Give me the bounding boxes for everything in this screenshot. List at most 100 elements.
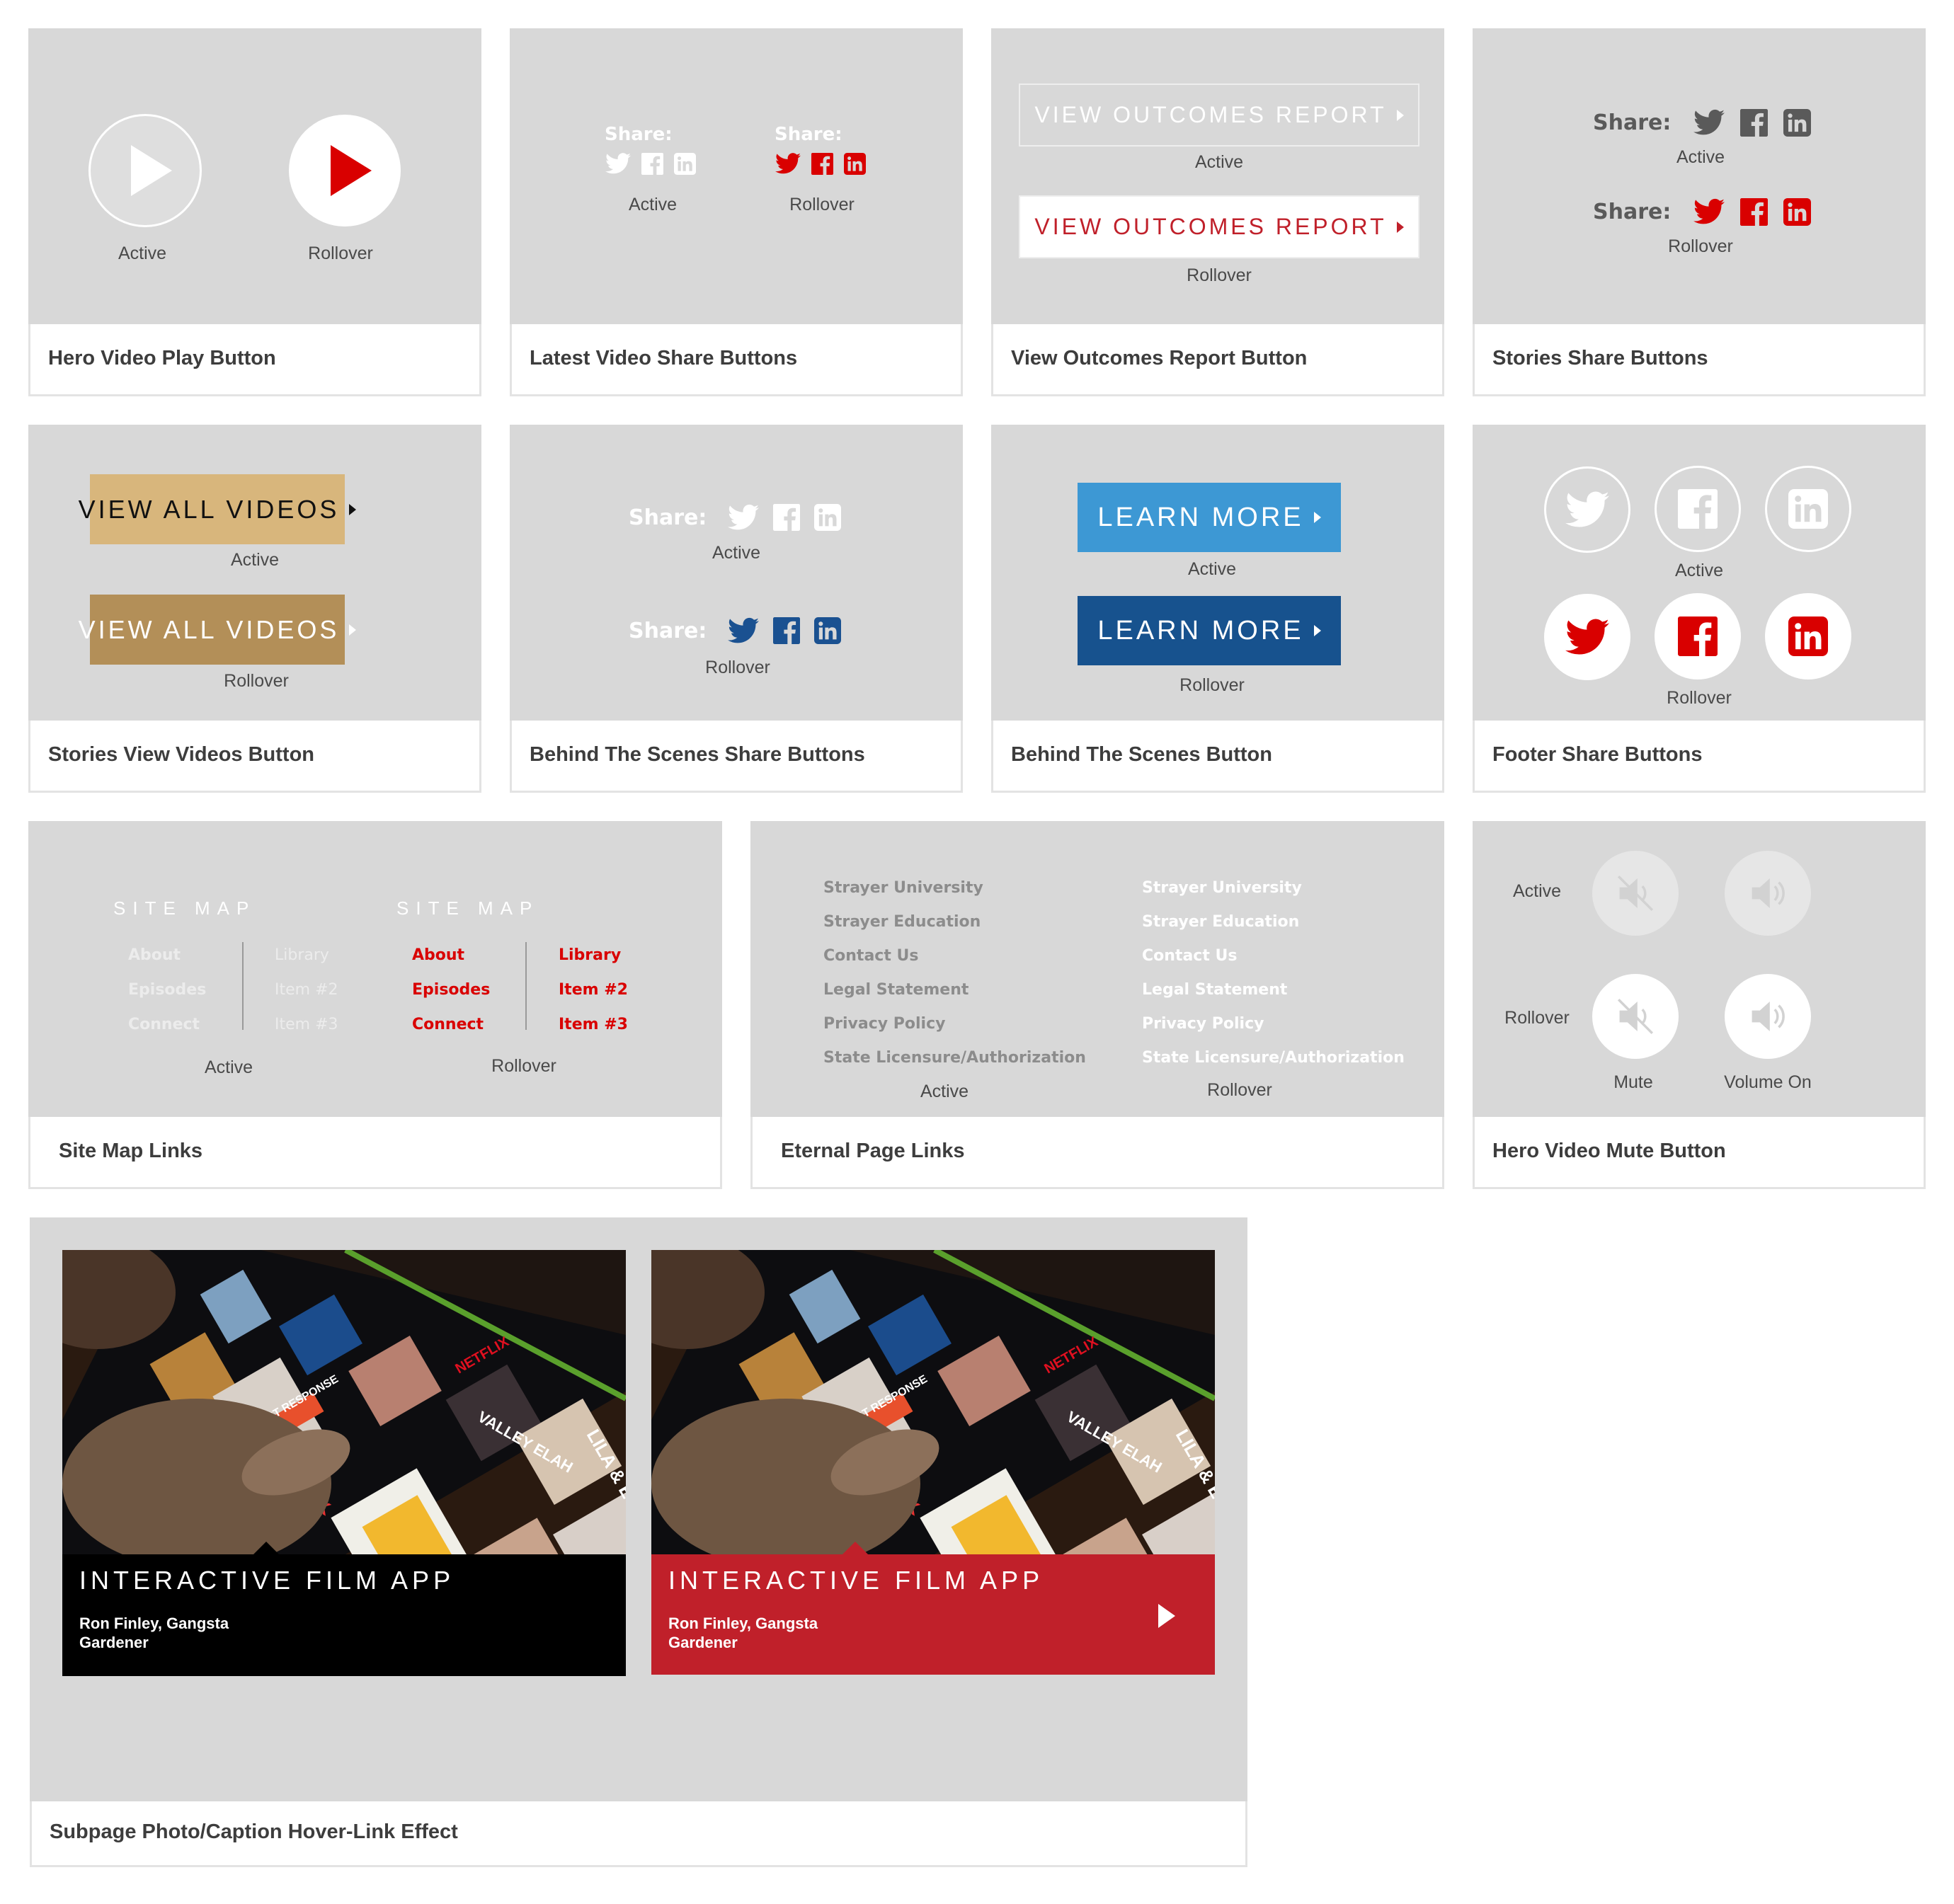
card-title: Site Map Links — [59, 1139, 203, 1162]
eternal-link[interactable]: Privacy Policy — [1142, 1007, 1405, 1041]
eternal-link[interactable]: Contact Us — [1142, 939, 1405, 973]
facebook-icon[interactable] — [773, 617, 800, 644]
eternal-link[interactable]: Contact Us — [823, 939, 1086, 973]
card-title: Stories View Videos Button — [48, 742, 315, 766]
site-map-link[interactable]: Connect — [128, 1007, 206, 1042]
state-label-rollover: Rollover — [308, 243, 373, 263]
facebook-icon[interactable] — [1740, 109, 1768, 137]
mute-button-rollover[interactable] — [1592, 974, 1679, 1059]
eternal-link[interactable]: Strayer University — [823, 871, 1086, 905]
footer-linkedin-rollover[interactable] — [1765, 593, 1851, 679]
linkedin-icon[interactable] — [1783, 198, 1811, 226]
twitter-icon[interactable] — [728, 503, 759, 532]
outcomes-button-rollover[interactable]: VIEW OUTCOMES REPORT — [1019, 195, 1419, 258]
facebook-icon[interactable] — [773, 504, 800, 531]
site-map-heading: SITE MAP — [396, 897, 539, 919]
share-label: Share: — [1593, 110, 1672, 135]
site-map-link[interactable]: Episodes — [128, 973, 206, 1007]
volume-on-label: Volume On — [1724, 1072, 1812, 1092]
site-map-link[interactable]: Item #2 — [559, 973, 628, 1007]
twitter-icon[interactable] — [605, 152, 631, 175]
eternal-link[interactable]: Strayer Education — [823, 905, 1086, 939]
site-map-link[interactable]: About — [128, 938, 206, 973]
play-arrow-icon[interactable] — [1158, 1604, 1175, 1628]
site-map-link[interactable]: Item #2 — [275, 973, 338, 1007]
twitter-icon[interactable] — [775, 152, 801, 175]
site-map-link[interactable]: Episodes — [412, 973, 490, 1007]
linkedin-icon[interactable] — [814, 504, 841, 531]
eternal-link[interactable]: Legal Statement — [823, 973, 1086, 1007]
state-label-active: Active — [920, 1082, 969, 1101]
linkedin-icon[interactable] — [674, 153, 696, 175]
linkedin-icon[interactable] — [844, 153, 866, 175]
demo-stage: Active Rollover — [28, 28, 481, 324]
share-label: Share: — [629, 505, 707, 530]
mute-label: Mute — [1613, 1072, 1653, 1092]
demo-stage: Active Rollover Mute Volume On — [1473, 821, 1926, 1117]
twitter-icon[interactable] — [1693, 108, 1725, 137]
view-all-videos-button-active[interactable]: VIEW ALL VIDEOS — [79, 474, 357, 544]
state-label-rollover: Rollover — [1667, 688, 1732, 708]
photo-tile-default[interactable]: NETFLIX VALLEY ELAH FIRST RESPONSE PACK … — [62, 1250, 626, 1676]
facebook-icon[interactable] — [641, 153, 663, 175]
caption-line: Gardener — [668, 1634, 738, 1651]
linkedin-icon[interactable] — [1783, 109, 1811, 137]
demo-stage: Share: Active Share: Rollover — [510, 425, 963, 721]
eternal-link[interactable]: State Licensure/Authorization — [823, 1041, 1086, 1075]
caret-right-icon — [1313, 625, 1321, 636]
eternal-link[interactable]: Strayer University — [1142, 871, 1405, 905]
eternal-link[interactable]: Strayer Education — [1142, 905, 1405, 939]
card-title: Behind The Scenes Share Buttons — [530, 742, 865, 766]
share-row-rollover: Share: — [1593, 197, 1811, 226]
twitter-icon — [1565, 617, 1609, 657]
card-subpage-photo-caption-hover: NETFLIX VALLEY ELAH FIRST RESPONSE PACK … — [30, 1217, 1247, 1867]
footer-linkedin-active[interactable] — [1765, 466, 1851, 552]
volume-button-active[interactable] — [1725, 851, 1811, 936]
caret-right-icon — [1396, 221, 1404, 233]
outcomes-button-active[interactable]: VIEW OUTCOMES REPORT — [1019, 84, 1419, 147]
photo-tile-rollover[interactable]: NETFLIX VALLEY ELAH FIRST RESPONSE PACK … — [651, 1250, 1215, 1675]
site-map-link[interactable]: Connect — [412, 1007, 490, 1042]
caret-right-icon — [349, 503, 357, 515]
button-label: VIEW ALL VIDEOS — [78, 614, 340, 644]
footer-twitter-active[interactable] — [1544, 466, 1630, 553]
learn-more-button-rollover[interactable]: LEARN MORE — [1078, 596, 1341, 665]
site-map-link[interactable]: Library — [559, 938, 628, 973]
learn-more-button-active[interactable]: LEARN MORE — [1078, 483, 1341, 552]
caption-line: Gardener — [79, 1634, 149, 1651]
twitter-icon[interactable] — [1693, 197, 1725, 226]
view-all-videos-button-rollover[interactable]: VIEW ALL VIDEOS — [79, 595, 357, 665]
state-label-active: Active — [712, 543, 761, 563]
volume-button-rollover[interactable] — [1725, 974, 1811, 1059]
eternal-link[interactable]: Privacy Policy — [823, 1007, 1086, 1041]
footer-facebook-active[interactable] — [1655, 466, 1741, 552]
card-behind-the-scenes-button: LEARN MORE Active LEARN MORE Rollover Be… — [991, 425, 1444, 793]
linkedin-icon — [1788, 616, 1828, 656]
play-button-active[interactable] — [88, 114, 202, 227]
twitter-icon[interactable] — [728, 616, 759, 645]
caption-panel-default: INTERACTIVE FILM APP Ron Finley, Gangsta… — [62, 1542, 626, 1676]
caption-line: Ron Finley, Gangsta — [79, 1615, 229, 1632]
eternal-link[interactable]: State Licensure/Authorization — [1142, 1041, 1405, 1075]
play-button-rollover[interactable] — [289, 115, 401, 226]
site-map-link[interactable]: Item #3 — [275, 1007, 338, 1042]
state-label-active: Active — [1512, 881, 1562, 901]
site-map-link[interactable]: Library — [275, 938, 338, 973]
footer-facebook-rollover[interactable] — [1655, 593, 1741, 679]
mute-button-active[interactable] — [1592, 851, 1679, 936]
site-map-link[interactable]: Item #3 — [559, 1007, 628, 1042]
eternal-link[interactable]: Legal Statement — [1142, 973, 1405, 1007]
footer-twitter-rollover[interactable] — [1544, 594, 1630, 680]
state-label-rollover: Rollover — [224, 671, 289, 691]
caption-pointer — [842, 1542, 868, 1554]
state-label-active: Active — [1676, 147, 1725, 167]
linkedin-icon[interactable] — [814, 617, 841, 644]
demo-stage: NETFLIX VALLEY ELAH FIRST RESPONSE PACK … — [30, 1217, 1247, 1801]
card-footer-share-buttons: Active Rollover Footer Share Buttons — [1473, 425, 1926, 793]
facebook-icon[interactable] — [1740, 198, 1768, 226]
facebook-icon[interactable] — [811, 153, 833, 175]
site-map-link[interactable]: About — [412, 938, 490, 973]
share-row-active: Share: — [1593, 108, 1811, 137]
state-label-active: Active — [118, 243, 167, 263]
button-label: LEARN MORE — [1097, 615, 1304, 646]
